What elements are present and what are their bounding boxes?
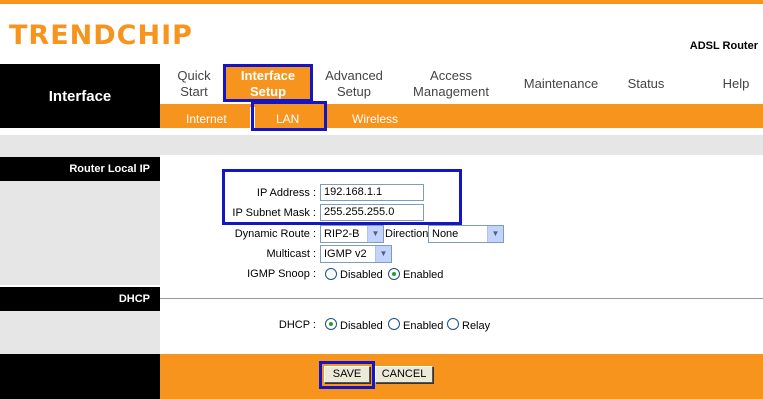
sub-menu: Internet LAN Wireless (160, 104, 763, 128)
menu-interface-setup-line1: Interface (240, 68, 296, 83)
section-divider (160, 298, 763, 299)
menu-status-label: Status (627, 76, 665, 91)
multicast-select[interactable]: IGMP v2 ▼ (320, 245, 392, 263)
igmp-enabled-radio[interactable] (388, 268, 400, 280)
menu-access-management-line1: Access (430, 68, 472, 83)
ip-address-label: IP Address : (256, 187, 316, 199)
menu-help-label: Help (722, 76, 750, 91)
menu-access-management-line2: Management (413, 84, 489, 99)
footer-bar (160, 354, 763, 399)
device-model-label: ADSL Router (689, 40, 758, 52)
igmp-disabled-radio[interactable] (325, 268, 337, 280)
save-button[interactable]: SAVE (324, 366, 370, 383)
dhcp-disabled-radio[interactable] (325, 318, 337, 330)
menu-maintenance[interactable]: Maintenance (515, 76, 607, 92)
menu-quick-start-line2: Start (180, 84, 208, 99)
menu-quick-start-line1: Quick (177, 68, 211, 83)
dynamic-route-value: RIP2-B (324, 228, 360, 240)
direction-select[interactable]: None ▼ (428, 225, 504, 243)
dynamic-route-select[interactable]: RIP2-B ▼ (320, 225, 384, 243)
cancel-button[interactable]: CANCEL (375, 366, 433, 383)
direction-value: None (432, 228, 459, 240)
menu-advanced-setup-line2: Setup (337, 84, 371, 99)
direction-label: Direction (385, 228, 429, 240)
submenu-left-panel (0, 104, 160, 128)
nav-section-title: Interface (48, 88, 112, 105)
dhcp-label: DHCP : (278, 319, 316, 331)
submenu-active-marker (250, 107, 255, 128)
top-accent-line (0, 0, 763, 4)
submenu-wireless[interactable]: Wireless (352, 112, 398, 126)
ip-address-input[interactable]: 192.168.1.1 (320, 184, 424, 201)
main-menu: Quick Start Interface Setup Advanced Set… (160, 64, 763, 104)
igmp-disabled-label: Disabled (340, 269, 383, 281)
chevron-down-icon: ▼ (487, 226, 503, 242)
spacer-row (0, 135, 763, 155)
igmp-snoop-label: IGMP Snoop : (247, 268, 316, 280)
multicast-value: IGMP v2 (324, 248, 367, 260)
dhcp-enabled-label: Enabled (403, 320, 444, 332)
menu-maintenance-label: Maintenance (523, 76, 599, 91)
chevron-down-icon: ▼ (367, 226, 383, 242)
dhcp-side-panel (0, 311, 160, 354)
trendchip-logo: TRENDCHIP (9, 20, 193, 51)
multicast-label: Multicast : (266, 248, 316, 260)
menu-quick-start[interactable]: Quick Start (168, 68, 220, 100)
dhcp-enabled-radio[interactable] (388, 318, 400, 330)
submenu-internet[interactable]: Internet (186, 112, 227, 126)
menu-access-management[interactable]: Access Management (405, 68, 497, 100)
igmp-enabled-label: Enabled (403, 269, 444, 281)
dynamic-route-label: Dynamic Route : (234, 228, 316, 240)
submenu-lan[interactable]: LAN (276, 112, 299, 126)
dhcp-disabled-label: Disabled (340, 320, 383, 332)
menu-status[interactable]: Status (618, 76, 674, 92)
footer-left-panel (0, 354, 160, 399)
router-local-ip-heading: Router Local IP (0, 157, 160, 181)
subnet-mask-input[interactable]: 255.255.255.0 (320, 204, 424, 221)
menu-interface-setup-line2: Setup (249, 84, 287, 99)
subnet-mask-label: IP Subnet Mask : (232, 207, 316, 219)
dhcp-relay-radio[interactable] (447, 318, 459, 330)
dhcp-heading: DHCP (0, 287, 160, 311)
menu-interface-setup[interactable]: Interface Setup (226, 67, 310, 101)
menu-help[interactable]: Help (716, 76, 756, 92)
dhcp-relay-label: Relay (462, 320, 491, 332)
menu-advanced-setup-line1: Advanced (325, 68, 383, 83)
menu-advanced-setup[interactable]: Advanced Setup (318, 68, 390, 100)
chevron-down-icon: ▼ (375, 246, 391, 262)
